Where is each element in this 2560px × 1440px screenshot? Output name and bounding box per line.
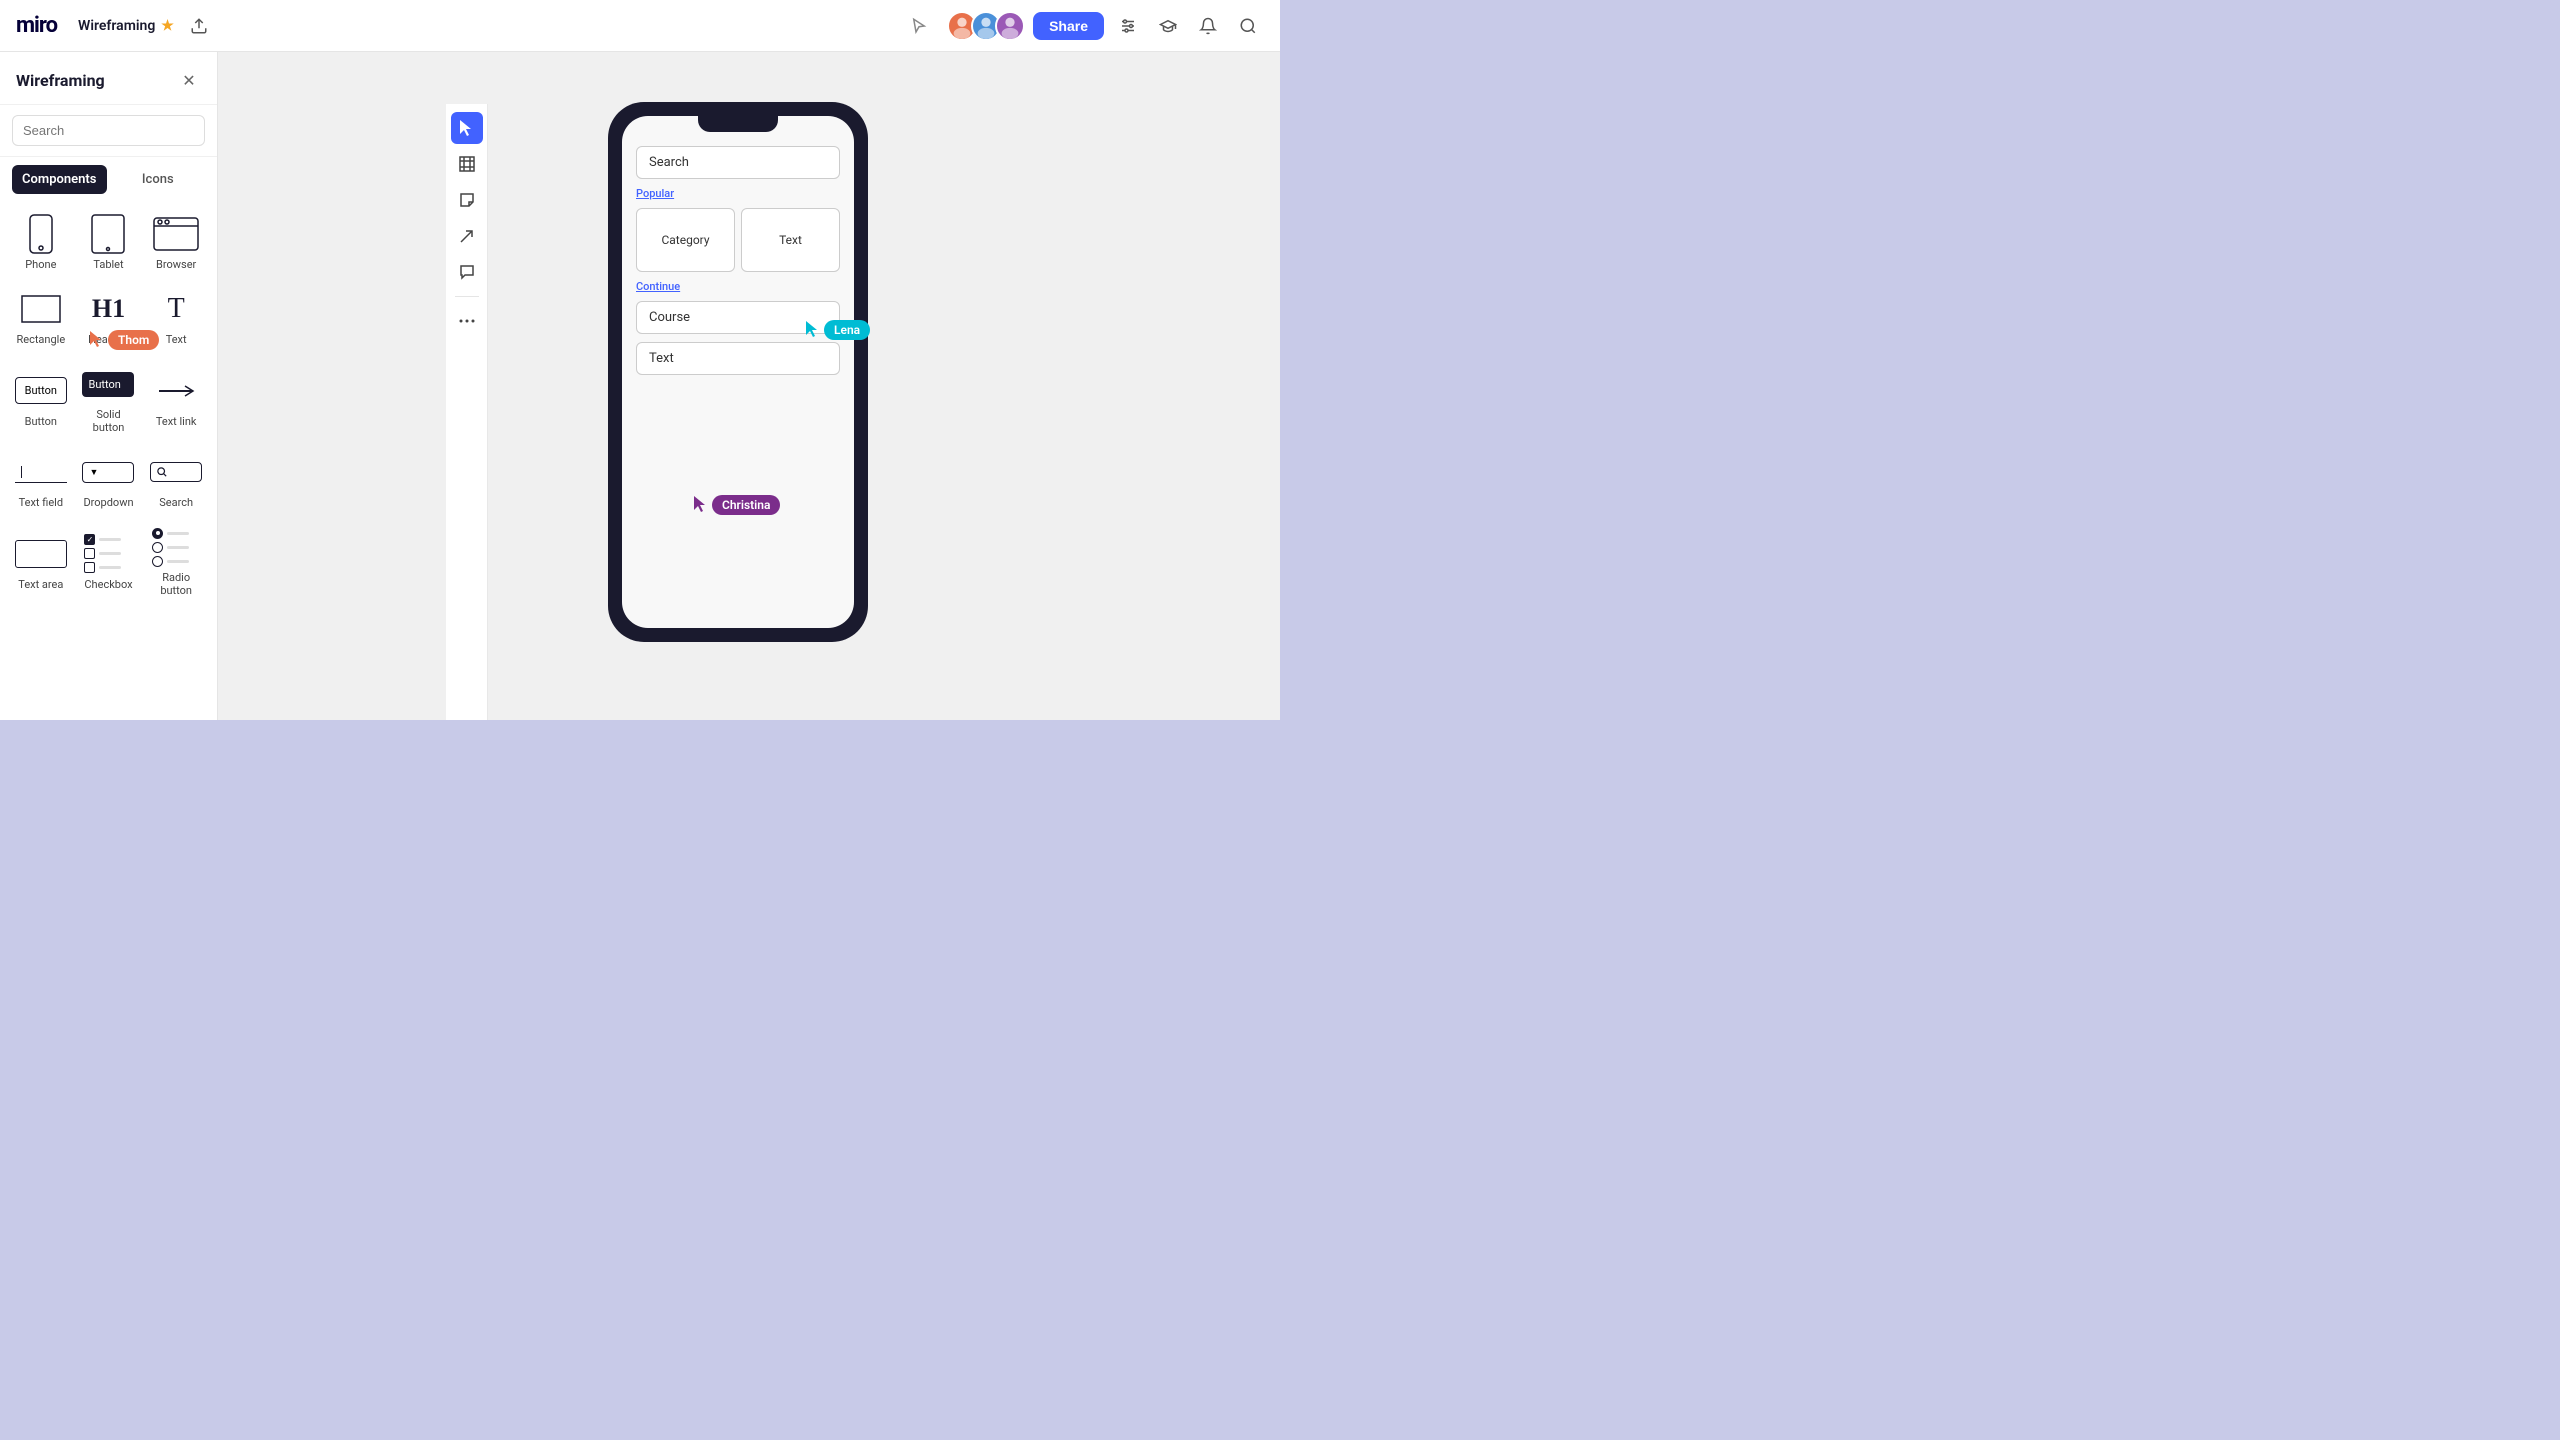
- text-link-icon: [152, 373, 200, 409]
- close-button[interactable]: ✕: [177, 68, 201, 92]
- search-icon[interactable]: [1232, 10, 1264, 42]
- component-phone[interactable]: Phone: [8, 206, 74, 279]
- tab-icons[interactable]: Icons: [111, 165, 206, 194]
- component-tablet[interactable]: Tablet: [76, 206, 142, 279]
- search-input[interactable]: [12, 115, 205, 146]
- component-button[interactable]: Button Button: [8, 356, 74, 442]
- topbar: miro Wireframing ★ Share: [0, 0, 1280, 52]
- phone-category-row: Category Text: [636, 208, 840, 272]
- component-label: Text field: [19, 496, 63, 509]
- cursor-icon: [903, 10, 935, 42]
- canvas[interactable]: Search Popular Category Text Continue Co…: [218, 52, 1280, 720]
- phone-icon: [17, 216, 65, 252]
- phone-search-bar: Search: [636, 146, 840, 179]
- component-dropdown[interactable]: ▼ Dropdown: [76, 444, 142, 517]
- avatar: [995, 11, 1025, 41]
- component-label: Rectangle: [16, 333, 65, 346]
- panel-title: Wireframing: [16, 71, 105, 90]
- phone-continue-link[interactable]: Continue: [636, 280, 840, 293]
- arrow-tool[interactable]: [451, 220, 483, 252]
- phone-course-input: Course: [636, 301, 840, 334]
- share-button[interactable]: Share: [1033, 12, 1104, 40]
- settings-icon[interactable]: [1112, 10, 1144, 42]
- dropdown-icon: ▼: [82, 454, 134, 490]
- tab-components[interactable]: Components: [12, 165, 107, 194]
- checkbox-icon: ✓: [84, 536, 132, 572]
- component-label: Text link: [156, 415, 197, 428]
- phone-text-box: Text: [741, 208, 840, 272]
- phone-category-box: Category: [636, 208, 735, 272]
- phone-notch: [698, 116, 778, 132]
- radio-button-icon: [152, 529, 200, 565]
- panel-header: Wireframing ✕: [0, 52, 217, 105]
- component-label: Checkbox: [84, 578, 132, 591]
- component-checkbox[interactable]: ✓ Checkbox: [76, 519, 142, 605]
- component-label: Dropdown: [83, 496, 133, 509]
- topbar-right: Share: [903, 10, 1264, 42]
- component-label: Tablet: [93, 258, 123, 271]
- text-area-icon: [15, 536, 67, 572]
- component-label: Button: [25, 415, 57, 428]
- panel-search: [0, 105, 217, 157]
- select-tool[interactable]: [451, 112, 483, 144]
- phone-screen: Search Popular Category Text Continue Co…: [622, 116, 854, 628]
- component-label: Solid button: [80, 408, 138, 434]
- component-heading[interactable]: H1 Heading: [76, 281, 142, 354]
- upload-button[interactable]: [183, 10, 215, 42]
- component-radio-button[interactable]: Radio button: [143, 519, 209, 605]
- tabs: Components Icons: [0, 157, 217, 202]
- component-label: Phone: [25, 258, 56, 271]
- phone-popular-label[interactable]: Popular: [636, 187, 840, 200]
- heading-icon: H1: [84, 291, 132, 327]
- learn-icon[interactable]: [1152, 10, 1184, 42]
- wireframing-panel: Wireframing ✕ Components Icons Phone: [0, 52, 218, 720]
- browser-icon: [152, 216, 200, 252]
- notifications-icon[interactable]: [1192, 10, 1224, 42]
- component-label: Radio button: [147, 571, 205, 597]
- component-grid: Phone Tablet Browser: [0, 202, 217, 609]
- board-title: Wireframing: [78, 18, 155, 34]
- component-label: Text: [166, 333, 187, 346]
- text-icon: T: [152, 291, 200, 327]
- component-label: Heading: [88, 333, 129, 346]
- avatar-group: [947, 11, 1025, 41]
- more-tools[interactable]: [451, 305, 483, 337]
- button-icon: Button: [15, 373, 67, 409]
- component-label: Browser: [156, 258, 196, 271]
- phone-body: Search Popular Category Text Continue Co…: [608, 102, 868, 642]
- phone-mockup: Search Popular Category Text Continue Co…: [608, 102, 868, 642]
- component-text-link[interactable]: Text link: [143, 356, 209, 442]
- star-icon: ★: [161, 18, 174, 34]
- component-text-area[interactable]: Text area: [8, 519, 74, 605]
- component-label: Text area: [18, 578, 63, 591]
- toolbar: [446, 104, 488, 720]
- phone-text-input: Text: [636, 342, 840, 375]
- component-rectangle[interactable]: Rectangle: [8, 281, 74, 354]
- comment-tool[interactable]: [451, 256, 483, 288]
- component-browser[interactable]: Browser: [143, 206, 209, 279]
- sticky-note-tool[interactable]: [451, 184, 483, 216]
- app-logo: miro: [16, 13, 57, 38]
- component-text[interactable]: T Text: [143, 281, 209, 354]
- component-solid-button[interactable]: Button Solid button: [76, 356, 142, 442]
- solid-button-icon: Button: [82, 366, 134, 402]
- search-comp-icon: [150, 454, 202, 490]
- frame-tool[interactable]: [451, 148, 483, 180]
- board-name[interactable]: Wireframing ★: [69, 13, 183, 39]
- component-search[interactable]: Search: [143, 444, 209, 517]
- tablet-icon: [84, 216, 132, 252]
- rectangle-icon: [17, 291, 65, 327]
- text-field-icon: [15, 454, 67, 490]
- component-text-field[interactable]: Text field: [8, 444, 74, 517]
- component-label: Search: [159, 496, 193, 509]
